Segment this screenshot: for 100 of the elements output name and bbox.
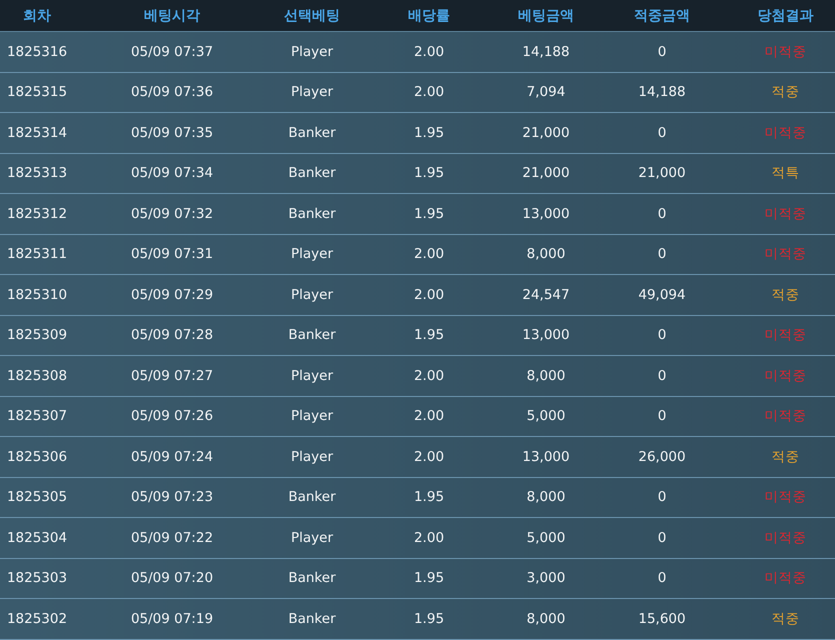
table-cell: 1.95 [414, 610, 444, 627]
result-text: 미적중 [764, 124, 806, 142]
table-cell: Player [290, 368, 333, 384]
table-cell: 7,094 [526, 84, 566, 100]
table-cell: Player [290, 286, 333, 303]
table-cell: 1825314 [6, 124, 68, 141]
table-cell: 1.95 [414, 327, 444, 344]
table-cell: 8,000 [526, 610, 566, 627]
table-cell: 1825304 [6, 530, 68, 546]
result-text: 적특 [772, 164, 800, 182]
table-cell: 14,188 [638, 84, 686, 100]
result-text: 미적중 [764, 366, 806, 385]
table-cell: 1825309 [6, 327, 68, 344]
table-cell: 1.95 [414, 570, 444, 586]
table-cell: 0 [658, 327, 666, 344]
result-text: 미적중 [764, 204, 806, 223]
table-cell: 05/09 07:28 [130, 327, 214, 344]
table-cell: 13,000 [522, 448, 570, 465]
table-cell: 15,600 [638, 610, 686, 627]
table-cell: 1825302 [6, 610, 68, 627]
table-cell: 05/09 07:20 [130, 570, 214, 586]
table-cell: 8,000 [526, 368, 566, 384]
table-cell: 0 [658, 570, 666, 586]
result-text: 미적중 [764, 326, 806, 344]
result-text: 미적중 [764, 528, 806, 547]
table-cell: Player [290, 246, 333, 262]
table-cell: 0 [658, 206, 666, 222]
result-text: 미적중 [764, 42, 806, 61]
table-cell: 05/09 07:35 [130, 124, 214, 141]
table-cell: Banker [288, 610, 336, 627]
table-cell: 2.00 [414, 448, 444, 465]
table-cell: 05/09 07:27 [130, 368, 214, 384]
table-cell: 1825310 [6, 286, 68, 303]
result-text: 적중 [772, 286, 800, 304]
table-cell: 8,000 [526, 246, 566, 262]
table-cell: 1825312 [6, 206, 68, 222]
table-cell: 1.95 [414, 165, 444, 182]
table-cell: 05/09 07:31 [130, 246, 214, 262]
table-cell: 05/09 07:22 [130, 530, 214, 546]
table-cell: Banker [288, 327, 336, 344]
table-cell: 1825306 [6, 448, 68, 465]
result-text: 미적중 [764, 569, 806, 588]
table-cell: 1825316 [6, 44, 68, 60]
table-cell: 0 [658, 368, 666, 384]
table-cell: Banker [288, 489, 336, 506]
table-cell: 2.00 [414, 246, 444, 262]
table-cell: Banker [288, 124, 336, 141]
column-header: 회차 [23, 6, 51, 24]
column-header: 선택베팅 [284, 6, 340, 24]
table-cell: 05/09 07:19 [130, 610, 214, 627]
table-cell: 1.95 [414, 124, 444, 141]
column-header: 적중금액 [634, 6, 690, 24]
table-cell: 21,000 [522, 165, 570, 182]
table-cell: 24,547 [522, 286, 570, 303]
table-cell: 2.00 [414, 84, 444, 100]
table-cell: 1825305 [6, 489, 68, 506]
table-cell: Player [290, 408, 333, 424]
table-cell: Player [290, 44, 333, 60]
table-cell: 1825303 [6, 570, 68, 586]
table-cell: 05/09 07:23 [130, 489, 214, 506]
table-cell: 05/09 07:37 [130, 44, 214, 60]
table-cell: 0 [658, 44, 666, 60]
table-cell: 2.00 [414, 408, 444, 424]
column-header: 베팅금액 [518, 6, 574, 24]
column-header: 당첨결과 [758, 6, 814, 24]
table-cell: 1825313 [6, 165, 68, 182]
table-cell: 21,000 [522, 124, 570, 141]
table-cell: 05/09 07:32 [130, 206, 214, 222]
table-cell: 1825315 [6, 84, 68, 100]
table-cell: 5,000 [526, 408, 566, 424]
table-cell: 14,188 [522, 44, 570, 60]
table-cell: 05/09 07:36 [130, 84, 214, 100]
result-text: 미적중 [764, 245, 806, 264]
table-cell: 0 [658, 124, 666, 141]
table-cell: 05/09 07:34 [130, 165, 214, 182]
table-cell: 49,094 [638, 286, 686, 303]
table-cell: 0 [658, 489, 666, 506]
table-cell: 3,000 [526, 570, 566, 586]
table-cell: 1.95 [414, 206, 444, 222]
result-text: 적중 [772, 83, 800, 102]
table-cell: Player [290, 530, 333, 546]
table-cell: 2.00 [414, 286, 444, 303]
table-cell: 0 [658, 408, 666, 424]
table-cell: 13,000 [522, 206, 570, 222]
column-header: 배당률 [408, 6, 450, 24]
table-cell: 1825307 [6, 408, 68, 424]
table-cell: Banker [288, 165, 336, 182]
table-cell: 2.00 [414, 530, 444, 546]
table-cell: 1.95 [414, 489, 444, 506]
table-cell: 2.00 [414, 44, 444, 60]
column-header: 베팅시각 [144, 6, 200, 24]
table-cell: 21,000 [638, 165, 686, 182]
table-cell: 1825311 [6, 246, 68, 262]
table-cell: 05/09 07:26 [130, 408, 214, 424]
table-cell: 05/09 07:29 [130, 286, 214, 303]
result-text: 미적중 [764, 407, 806, 426]
table-cell: Banker [288, 206, 336, 222]
result-text: 적중 [772, 610, 800, 628]
result-text: 미적중 [764, 488, 806, 506]
table-cell: 26,000 [638, 448, 686, 465]
